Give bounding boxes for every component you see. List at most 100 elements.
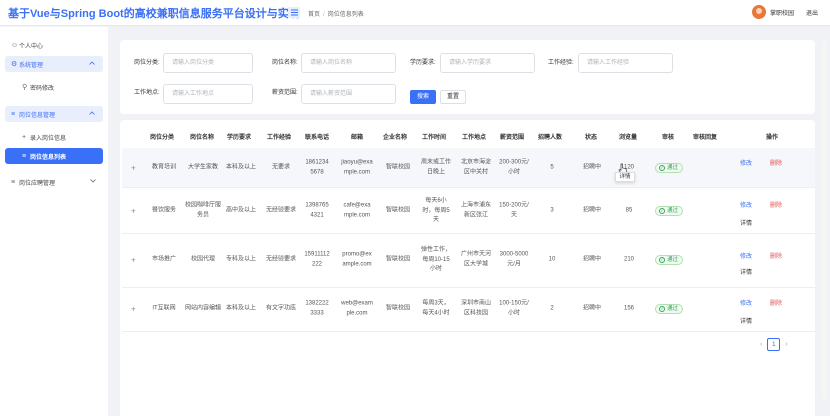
audit-badge: ✓ 通过 [655,163,684,173]
cell-category: 餐饮服务 [151,207,176,214]
search-panel: 岗位分类: 请输入岗位分类 岗位名称: 请输入岗位名称 学历要求: 请输入学历要… [120,40,815,114]
sidebar-group-jobs[interactable]: ≡ 岗位信息管理 [5,106,103,122]
sidebar-group-applications[interactable]: ≡ 岗位应聘管理 [0,174,108,190]
app-title: 基于Vue与Spring Boot的高校兼职信息服务平台设计与实现 [8,8,300,20]
salary-label: 薪资范围: [272,90,298,96]
reset-button[interactable]: 重置 [440,90,466,104]
list-icon: ≡ [11,178,16,186]
check-icon: ✓ [659,257,665,263]
edit-link[interactable]: 修改 [740,251,752,260]
sidebar-item-job-list[interactable]: ≡ 岗位信息列表 [5,148,103,164]
check-icon: ✓ [659,306,665,312]
cell-education: 高中及以上 [225,207,256,214]
column-header: 工作时间 [422,135,447,141]
top-bar: 基于Vue与Spring Boot的高校兼职信息服务平台设计与实现 首页 / 岗位信… [0,0,830,26]
logout-button[interactable]: 退出 [806,8,818,17]
cell-email: jiaoyu@example.com [341,159,373,176]
plus-icon: + [22,133,27,141]
education-input[interactable]: 请输入学历要求 [440,53,535,73]
sidebar-item-label: 个人中心 [19,43,44,50]
person-icon: ☺ [11,41,19,49]
sidebar-item-password[interactable]: ⚲ 密码修改 [0,79,108,95]
cell-name: 网站内容编辑 [185,305,222,312]
cell-location: 广州市天河区大学城 [460,251,491,268]
breadcrumb-home[interactable]: 首页 [308,12,320,18]
avatar[interactable] [751,5,766,19]
column-header: 审核回复 [693,135,718,141]
cell-salary: 100-150元/小时 [499,300,529,317]
delete-link[interactable]: 删除 [770,200,782,209]
key-icon: ⚲ [22,84,28,91]
cell-experience: 无经验要求 [265,256,296,263]
cell-name: 校园代理 [190,256,215,263]
expand-row-icon[interactable]: + [131,256,136,265]
cell-phone: 18612345678 [305,159,329,176]
delete-link[interactable]: 删除 [770,251,782,260]
name-label: 岗位名称: [272,60,298,66]
search-button[interactable]: 搜索 [410,90,436,104]
edit-link[interactable]: 修改 [740,158,752,167]
list-icon: ≡ [22,152,27,160]
expand-row-icon[interactable]: + [131,164,136,173]
cell-name: 大学生家教 [187,164,218,171]
salary-input[interactable]: 请输入薪资范围 [301,84,396,104]
breadcrumb-separator: / [323,12,325,18]
cell-status: 招聘中 [582,164,601,171]
chevron-left-icon[interactable]: ‹ [760,341,762,348]
delete-link[interactable]: 删除 [770,158,782,167]
expand-row-icon[interactable]: + [131,305,136,314]
cell-location: 深圳市南山区科技园 [460,300,491,317]
audit-text: 通过 [667,165,679,171]
delete-link[interactable]: 删除 [770,298,782,307]
detail-link[interactable]: 详情 [740,218,752,227]
location-input[interactable]: 请输入工作地点 [163,84,253,104]
education-label: 学历要求: [410,60,436,66]
expand-row-icon[interactable]: + [131,207,136,216]
experience-label: 工作经验: [548,60,574,66]
chevron-right-icon[interactable]: › [785,341,787,348]
column-header: 联系电话 [305,135,330,141]
name-input[interactable]: 请输入岗位名称 [301,53,396,73]
column-header: 审核 [662,135,675,141]
cell-experience: 有文字功底 [265,305,296,312]
cell-name: 校园咖啡厅服务员 [185,202,222,219]
column-header: 浏览量 [619,135,638,141]
detail-link[interactable]: 详情 [740,316,752,325]
cell-company: 智联校园 [385,207,410,214]
audit-badge: ✓ 通过 [655,206,684,216]
cell-education: 专科及以上 [225,256,256,263]
category-input[interactable]: 请输入岗位分类 [163,53,253,73]
audit-text: 通过 [667,257,679,263]
edit-link[interactable]: 修改 [740,200,752,209]
user-area: 掌职校园 退出 [751,5,818,19]
detail-link[interactable]: 详情 [740,267,752,276]
cell-category: IT互联网 [152,305,176,312]
sidebar-group-system[interactable]: ⚙ 系统管理 [5,56,103,72]
sidebar-item-profile[interactable]: ☺ 个人中心 [0,37,108,53]
vertical-scrollbar[interactable] [822,40,827,400]
sidebar-item-label: 密码修改 [30,85,55,92]
sidebar-item-label: 岗位信息列表 [30,154,67,161]
cell-views: 156 [623,305,634,312]
cell-phone: 15911112222 [304,251,330,268]
experience-input[interactable]: 请输入工作经验 [578,53,673,73]
check-icon: ✓ [659,165,665,171]
column-header: 学历要求 [227,135,252,141]
sidebar-item-label: 系统管理 [19,62,44,69]
column-header: 岗位名称 [190,135,215,141]
audit-badge: ✓ 通过 [655,304,684,314]
cell-views: 210 [623,256,634,263]
cell-email: cafe@example.com [343,202,371,219]
sidebar-item-add-job[interactable]: + 录入岗位信息 [0,129,108,145]
page-number[interactable]: 1 [767,338,781,351]
cell-education: 本科及以上 [225,164,256,171]
cell-status: 招聘中 [582,207,601,214]
edit-link[interactable]: 修改 [740,298,752,307]
cell-count: 5 [550,164,554,171]
cell-phone: 13822223333 [305,300,329,317]
sidebar: ☺ 个人中心 ⚙ 系统管理 ⚲ 密码修改 ≡ 岗位信息管理 + 录入岗位信息 ≡… [0,27,108,416]
cell-count: 2 [550,305,554,312]
cell-salary: 3000-5000元/月 [499,251,529,268]
menu-toggle-button[interactable] [288,7,300,18]
cell-salary: 200-300元/小时 [499,159,529,176]
